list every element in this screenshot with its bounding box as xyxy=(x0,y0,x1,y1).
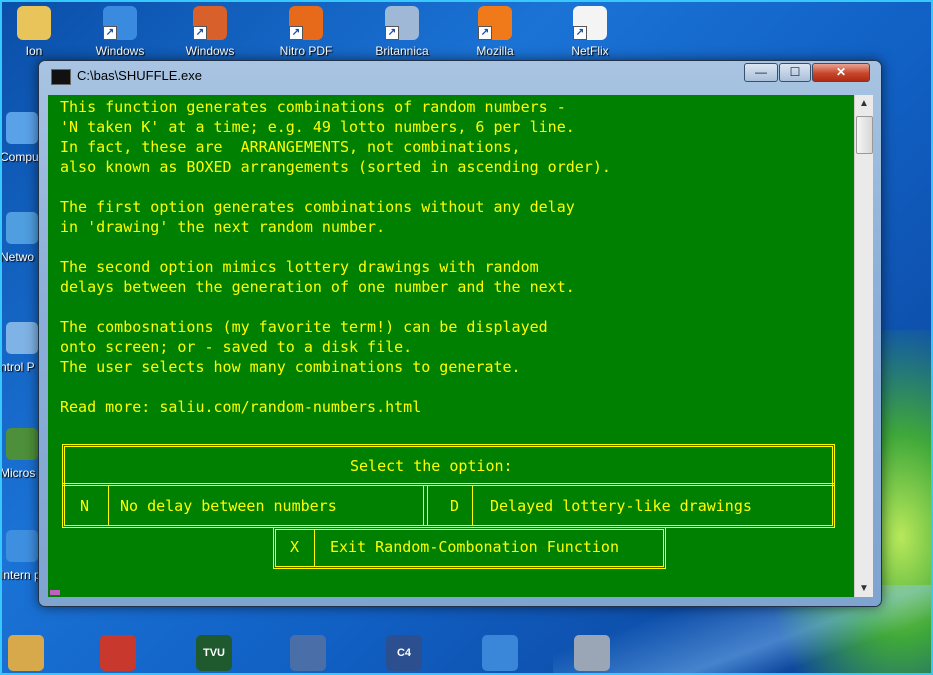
computer-icon xyxy=(6,112,38,144)
desktop-shortcut-label: NetFlix xyxy=(571,44,609,58)
menu-separator xyxy=(108,485,109,525)
desktop-shortcut-label: Compu xyxy=(0,150,39,164)
nitro-pdf-icon: ↗ xyxy=(289,6,323,40)
option-d-key[interactable]: D xyxy=(450,496,459,516)
desktop-shortcut-label: Nitro PDF xyxy=(279,44,333,58)
shortcut-arrow-icon: ↗ xyxy=(573,26,587,40)
desktop-shortcut-label: Windows xyxy=(95,44,145,58)
scroll-up-arrow-icon[interactable]: ▲ xyxy=(855,95,873,112)
text-cursor xyxy=(50,590,60,595)
desktop-shortcut-label: Intern plorer 32 xyxy=(0,568,42,582)
close-button[interactable]: ✕ xyxy=(812,63,870,82)
console-text-line: In fact, these are ARRANGEMENTS, not com… xyxy=(60,138,521,156)
shuffle-console-window[interactable]: C:\bas\SHUFFLE.exe — ☐ ✕ This function g… xyxy=(38,60,882,607)
shortcut-arrow-icon: ↗ xyxy=(289,26,303,40)
desktop-shortcut[interactable]: Netwo xyxy=(0,212,42,264)
desktop-shortcut[interactable]: ntrol P xyxy=(0,322,42,374)
windows-update-icon: ↗ xyxy=(103,6,137,40)
scroll-down-arrow-icon[interactable]: ▼ xyxy=(855,580,873,597)
desktop-shortcut-label: Mozilla xyxy=(476,44,514,58)
taskbar-app-4-icon[interactable] xyxy=(290,635,326,671)
menu-separator xyxy=(423,485,428,525)
desktop-shortcut-label: Britannica xyxy=(375,44,429,58)
vertical-scrollbar[interactable]: ▲ ▼ xyxy=(854,95,873,597)
console-text-line: 'N taken K' at a time; e.g. 49 lotto num… xyxy=(60,118,575,136)
desktop-shortcut[interactable]: ↗ Windows xyxy=(180,6,240,58)
taskbar-icon-label: TVU xyxy=(203,647,225,659)
desktop-shortcut[interactable]: ↗ Britannica xyxy=(372,6,432,58)
option-x-label[interactable]: Exit Random-Combonation Function xyxy=(330,537,619,557)
desktop-shortcut[interactable]: ↗ NetFlix xyxy=(560,6,620,58)
security-essentials-icon xyxy=(6,428,38,460)
taskbar-app-2-icon[interactable] xyxy=(100,635,136,671)
internet-explorer-icon xyxy=(6,530,38,562)
c4-icon[interactable]: C4 xyxy=(386,635,422,671)
option-n-key[interactable]: N xyxy=(80,496,89,516)
shortcut-arrow-icon: ↗ xyxy=(103,26,117,40)
network-icon xyxy=(6,212,38,244)
console-output: This function generates combinations of … xyxy=(48,95,854,597)
desktop-shortcut[interactable]: ↗ Mozilla xyxy=(465,6,525,58)
taskbar-icon-label: C4 xyxy=(396,647,412,659)
shortcut-arrow-icon: ↗ xyxy=(478,26,492,40)
desktop-shortcut-label: Micros Securit xyxy=(0,466,42,480)
menu-separator xyxy=(472,485,473,525)
console-text-line: onto screen; or - saved to a disk file. xyxy=(60,338,413,356)
desktop-shortcut-label: Windows xyxy=(185,44,235,58)
taskbar-app-7-icon[interactable] xyxy=(574,635,610,671)
desktop-shortcut[interactable]: Micros Securit xyxy=(0,428,42,480)
console-text-line: The user selects how many combinations t… xyxy=(60,358,521,376)
console-text-line: The combosnations (my favorite term!) ca… xyxy=(60,318,548,336)
user-folder-icon xyxy=(17,6,51,40)
firefox-icon: ↗ xyxy=(478,6,512,40)
window-title: C:\bas\SHUFFLE.exe xyxy=(77,68,202,83)
console-text-line: delays between the generation of one num… xyxy=(60,278,575,296)
desktop-shortcut-label: ntrol P xyxy=(0,360,35,374)
console-text-line: also known as BOXED arrangements (sorted… xyxy=(60,158,611,176)
desktop-shortcut[interactable]: ↗ Windows xyxy=(90,6,150,58)
option-x-key[interactable]: X xyxy=(290,537,299,557)
console-text-line: The first option generates combinations … xyxy=(60,198,575,216)
britannica-icon: ↗ xyxy=(385,6,419,40)
menu-title: Select the option: xyxy=(350,457,513,475)
shortcut-arrow-icon: ↗ xyxy=(193,26,207,40)
desktop-shortcut[interactable]: Compu xyxy=(0,112,42,164)
console-text-line: The second option mimics lottery drawing… xyxy=(60,258,539,276)
console-text-line: This function generates combinations of … xyxy=(60,98,566,116)
taskbar-app-6-icon[interactable] xyxy=(482,635,518,671)
netflix-icon: ↗ xyxy=(573,6,607,40)
control-panel-icon xyxy=(6,322,38,354)
windows-media-icon: ↗ xyxy=(193,6,227,40)
console-text-line: Read more: saliu.com/random-numbers.html xyxy=(60,398,422,416)
desktop-shortcut[interactable]: ↗ Nitro PDF xyxy=(276,6,336,58)
desktop-shortcut[interactable]: Intern plorer 32 xyxy=(0,530,42,582)
desktop-shortcut[interactable]: Ion xyxy=(4,6,64,58)
scroll-thumb[interactable] xyxy=(856,116,873,154)
option-d-label[interactable]: Delayed lottery-like drawings xyxy=(490,496,752,516)
menu-separator xyxy=(314,530,315,566)
option-n-label[interactable]: No delay between numbers xyxy=(120,496,337,516)
minimize-button[interactable]: — xyxy=(744,63,778,82)
taskbar-app-1-icon[interactable] xyxy=(8,635,44,671)
shortcut-arrow-icon: ↗ xyxy=(385,26,399,40)
console-text-line: in 'drawing' the next random number. xyxy=(60,218,386,236)
menu-divider xyxy=(62,483,835,486)
console-app-icon xyxy=(51,69,71,85)
desktop-shortcut-label: Netwo xyxy=(0,250,35,264)
desktop-shortcut-label: Ion xyxy=(25,44,43,58)
maximize-button[interactable]: ☐ xyxy=(779,63,811,82)
tvu-icon[interactable]: TVU xyxy=(196,635,232,671)
